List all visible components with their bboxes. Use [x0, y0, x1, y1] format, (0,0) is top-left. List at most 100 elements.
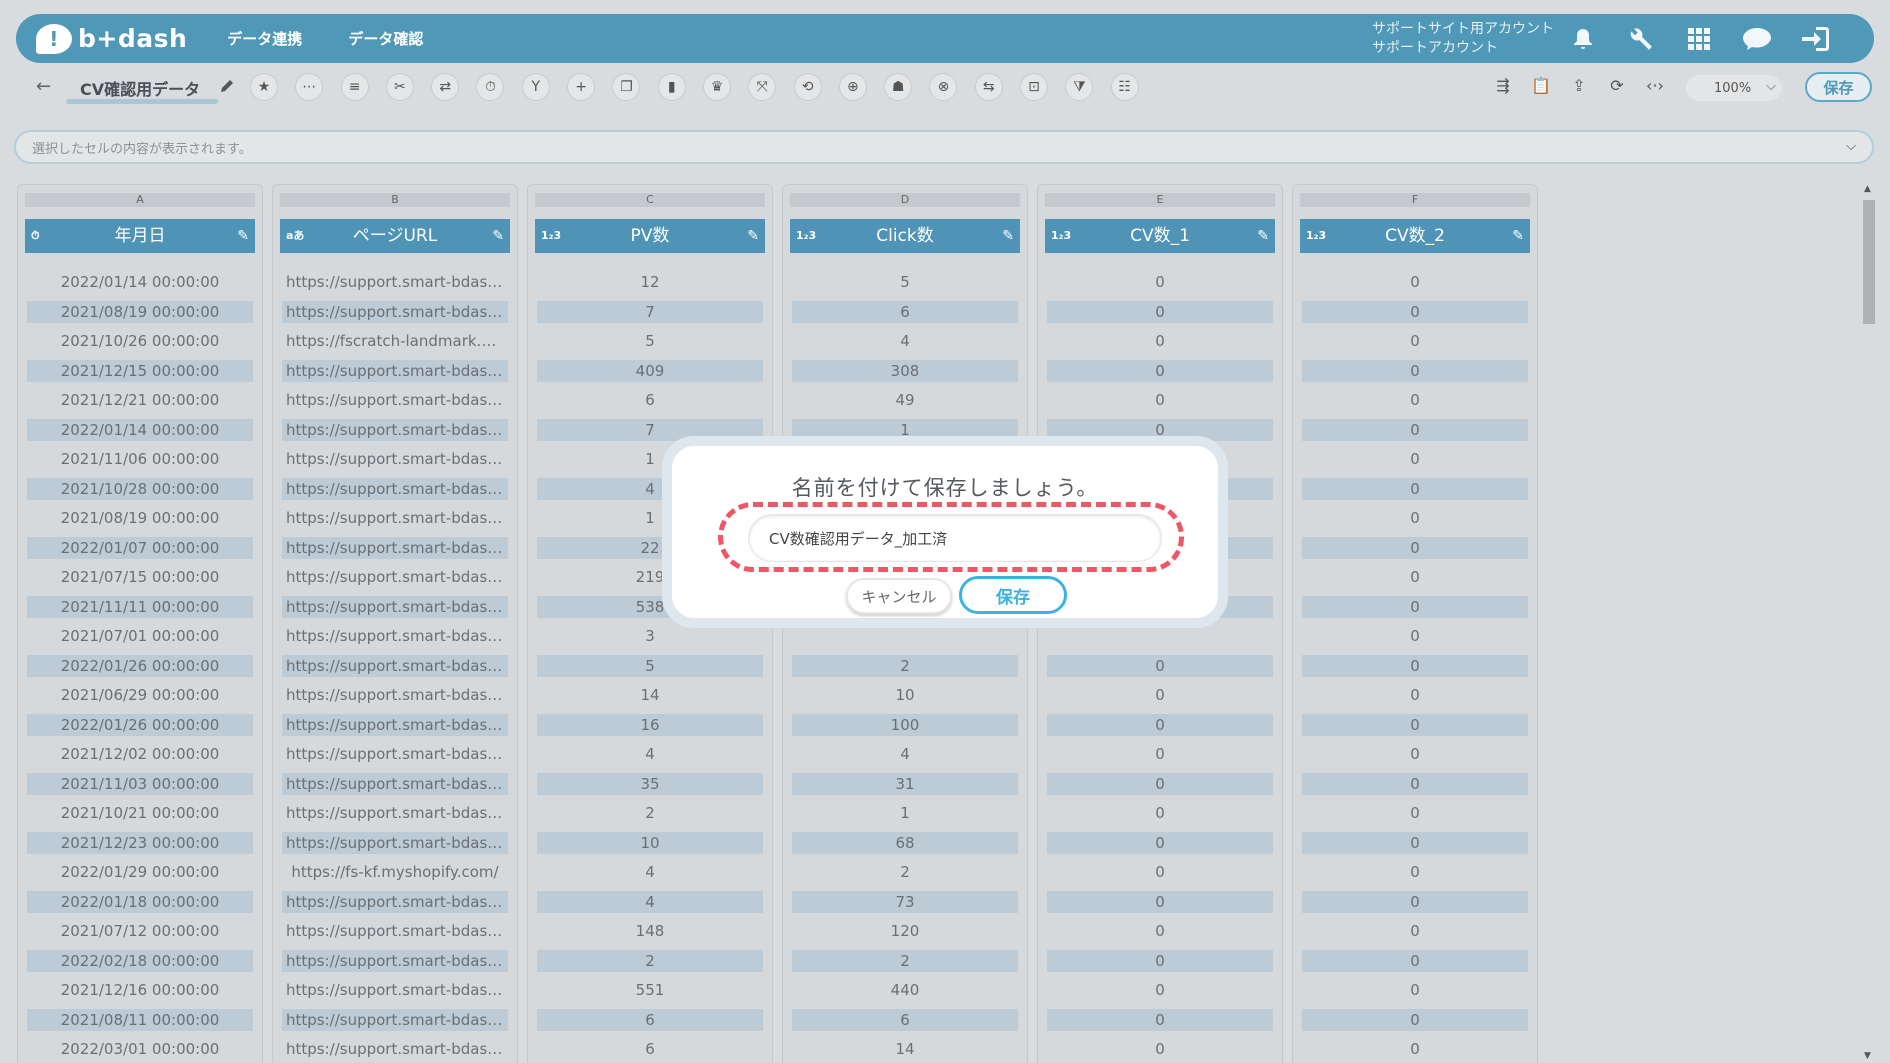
table-cell[interactable]: https://support.smart-bdash... — [282, 566, 508, 588]
table-cell[interactable]: 2021/10/26 00:00:00 — [27, 330, 253, 352]
table-cell[interactable]: https://support.smart-bdash... — [282, 949, 508, 972]
table-cell[interactable]: 16 — [537, 713, 763, 736]
table-cell[interactable]: 5 — [537, 654, 763, 677]
table-cell[interactable]: 0 — [1302, 330, 1528, 352]
table-cell[interactable]: 0 — [1047, 654, 1273, 677]
table-cell[interactable]: 49 — [792, 389, 1018, 411]
table-cell[interactable]: 2021/11/06 00:00:00 — [27, 448, 253, 470]
table-cell[interactable]: 0 — [1302, 1038, 1528, 1060]
table-cell[interactable]: 2021/12/16 00:00:00 — [27, 979, 253, 1001]
table-cell[interactable]: 0 — [1302, 418, 1528, 441]
column-letter[interactable]: B — [280, 193, 510, 207]
table-cell[interactable]: 0 — [1302, 743, 1528, 765]
table-cell[interactable]: 0 — [1302, 566, 1528, 588]
table-cell[interactable]: 0 — [1047, 949, 1273, 972]
table-cell[interactable]: 2022/01/14 00:00:00 — [27, 271, 253, 293]
table-cell[interactable]: https://support.smart-bdash... — [282, 979, 508, 1001]
table-cell[interactable]: 6 — [792, 1008, 1018, 1031]
logout-icon[interactable] — [1786, 26, 1844, 52]
chevron-down-icon[interactable]: ⌵ — [1846, 139, 1856, 154]
table-cell[interactable]: https://support.smart-bdash... — [282, 920, 508, 942]
table-cell[interactable]: 10 — [537, 831, 763, 854]
table-cell[interactable]: https://support.smart-bdash... — [282, 1008, 508, 1031]
table-cell[interactable]: https://support.smart-bdash... — [282, 448, 508, 470]
nav-data-check[interactable]: データ確認 — [348, 28, 423, 49]
table-cell[interactable]: https://support.smart-bdash... — [282, 684, 508, 706]
zoom-select[interactable]: 100% ⌵ — [1686, 75, 1782, 101]
table-cell[interactable]: 440 — [792, 979, 1018, 1001]
table-cell[interactable]: 2021/06/29 00:00:00 — [27, 684, 253, 706]
copy-tool-icon[interactable]: ❐ — [612, 73, 641, 101]
scroll-thumb[interactable] — [1863, 200, 1875, 324]
table-cell[interactable]: 0 — [1047, 772, 1273, 795]
cell-content-bar[interactable]: 選択したセルの内容が表示されます。 ⌵ — [14, 130, 1874, 164]
table-cell[interactable]: 2021/11/11 00:00:00 — [27, 595, 253, 618]
table-cell[interactable]: 2021/07/12 00:00:00 — [27, 920, 253, 942]
table-cell[interactable]: 0 — [1302, 477, 1528, 500]
pencil-icon[interactable]: ✎ — [1257, 219, 1269, 253]
table-cell[interactable]: 0 — [1047, 713, 1273, 736]
table-cell[interactable]: 0 — [1047, 300, 1273, 323]
column-header[interactable]: 1₂3 CV数_2 ✎ — [1300, 219, 1530, 253]
table-cell[interactable]: 2022/01/18 00:00:00 — [27, 890, 253, 913]
replace-tool-icon[interactable]: ⇆ — [974, 73, 1003, 101]
table-cell[interactable]: 0 — [1047, 920, 1273, 942]
table-cell[interactable]: 2021/07/15 00:00:00 — [27, 566, 253, 588]
account-info[interactable]: サポートサイト用アカウント サポートアカウント — [1372, 20, 1554, 58]
sheet-name[interactable]: CV確認用データ — [80, 76, 200, 100]
table-cell[interactable]: 2021/12/15 00:00:00 — [27, 359, 253, 382]
table-cell[interactable]: 5 — [792, 271, 1018, 293]
nav-data-link[interactable]: データ連携 — [227, 28, 302, 49]
table-cell[interactable]: 35 — [537, 772, 763, 795]
table-cell[interactable]: 2022/01/26 00:00:00 — [27, 713, 253, 736]
pencil-icon[interactable]: ✎ — [747, 219, 759, 253]
add-tool-icon[interactable]: + — [567, 73, 596, 101]
table-cell[interactable]: 0 — [1047, 389, 1273, 411]
table-cell[interactable]: 6 — [792, 300, 1018, 323]
scroll-down-icon[interactable]: ▼ — [1864, 1051, 1871, 1061]
table-cell[interactable]: 0 — [1302, 949, 1528, 972]
table-cell[interactable]: 2021/07/01 00:00:00 — [27, 625, 253, 647]
cancel-circle-tool-icon[interactable]: ⊗ — [929, 73, 958, 101]
more-tool-icon[interactable]: ⋯ — [295, 73, 324, 101]
table-cell[interactable]: 0 — [1302, 595, 1528, 618]
favorite-tool-icon[interactable]: ★ — [250, 73, 278, 101]
table-cell[interactable]: 2021/12/21 00:00:00 — [27, 389, 253, 411]
table-cell[interactable]: 2022/01/07 00:00:00 — [27, 536, 253, 559]
table-cell[interactable]: 2 — [537, 802, 763, 824]
table-cell[interactable]: 2021/08/19 00:00:00 — [27, 300, 253, 323]
table-cell[interactable]: 0 — [1047, 1008, 1273, 1031]
table-cell[interactable]: 6 — [537, 1008, 763, 1031]
table-cell[interactable]: 2022/01/26 00:00:00 — [27, 654, 253, 677]
column-letter[interactable]: F — [1300, 193, 1530, 207]
table-cell[interactable]: 0 — [1302, 713, 1528, 736]
bell-icon[interactable] — [1554, 27, 1612, 51]
crown-tool-icon[interactable]: ♛ — [702, 73, 731, 101]
table-cell[interactable]: 2022/02/18 00:00:00 — [27, 949, 253, 972]
flow-icon[interactable]: ⇶ — [1484, 76, 1522, 95]
list-tool-icon[interactable]: ≡ — [340, 73, 369, 101]
table-cell[interactable]: 0 — [1302, 831, 1528, 854]
table-cell[interactable] — [792, 625, 1018, 647]
table-cell[interactable]: 100 — [792, 713, 1018, 736]
bag-tool-icon[interactable]: ☗ — [884, 73, 913, 101]
save-button[interactable]: 保存 — [1805, 72, 1872, 102]
table-cell[interactable]: 0 — [1302, 507, 1528, 529]
merge-tool-icon[interactable]: Y — [521, 73, 550, 101]
column-letter[interactable]: D — [790, 193, 1020, 207]
table-cell[interactable]: 0 — [1302, 271, 1528, 293]
column-header[interactable]: ⏱ 年月日 ✎ — [25, 219, 255, 253]
table-cell[interactable]: 0 — [1302, 625, 1528, 647]
table-cell[interactable]: 2021/12/23 00:00:00 — [27, 831, 253, 854]
table-cell[interactable]: 4 — [537, 890, 763, 913]
table-cell[interactable]: 0 — [1047, 890, 1273, 913]
table-cell[interactable]: 2 — [792, 949, 1018, 972]
refresh-icon[interactable]: ⟳ — [1598, 76, 1636, 95]
table-cell[interactable]: 0 — [1302, 772, 1528, 795]
table-cell[interactable]: 0 — [1047, 979, 1273, 1001]
table-cell[interactable]: 1 — [792, 802, 1018, 824]
vertical-scrollbar[interactable]: ▲ ▼ — [1860, 184, 1878, 1063]
table-cell[interactable]: 0 — [1302, 802, 1528, 824]
table-cell[interactable]: https://fs-kf.myshopify.com/ — [282, 861, 508, 883]
table-cell[interactable]: https://support.smart-bdash... — [282, 713, 508, 736]
